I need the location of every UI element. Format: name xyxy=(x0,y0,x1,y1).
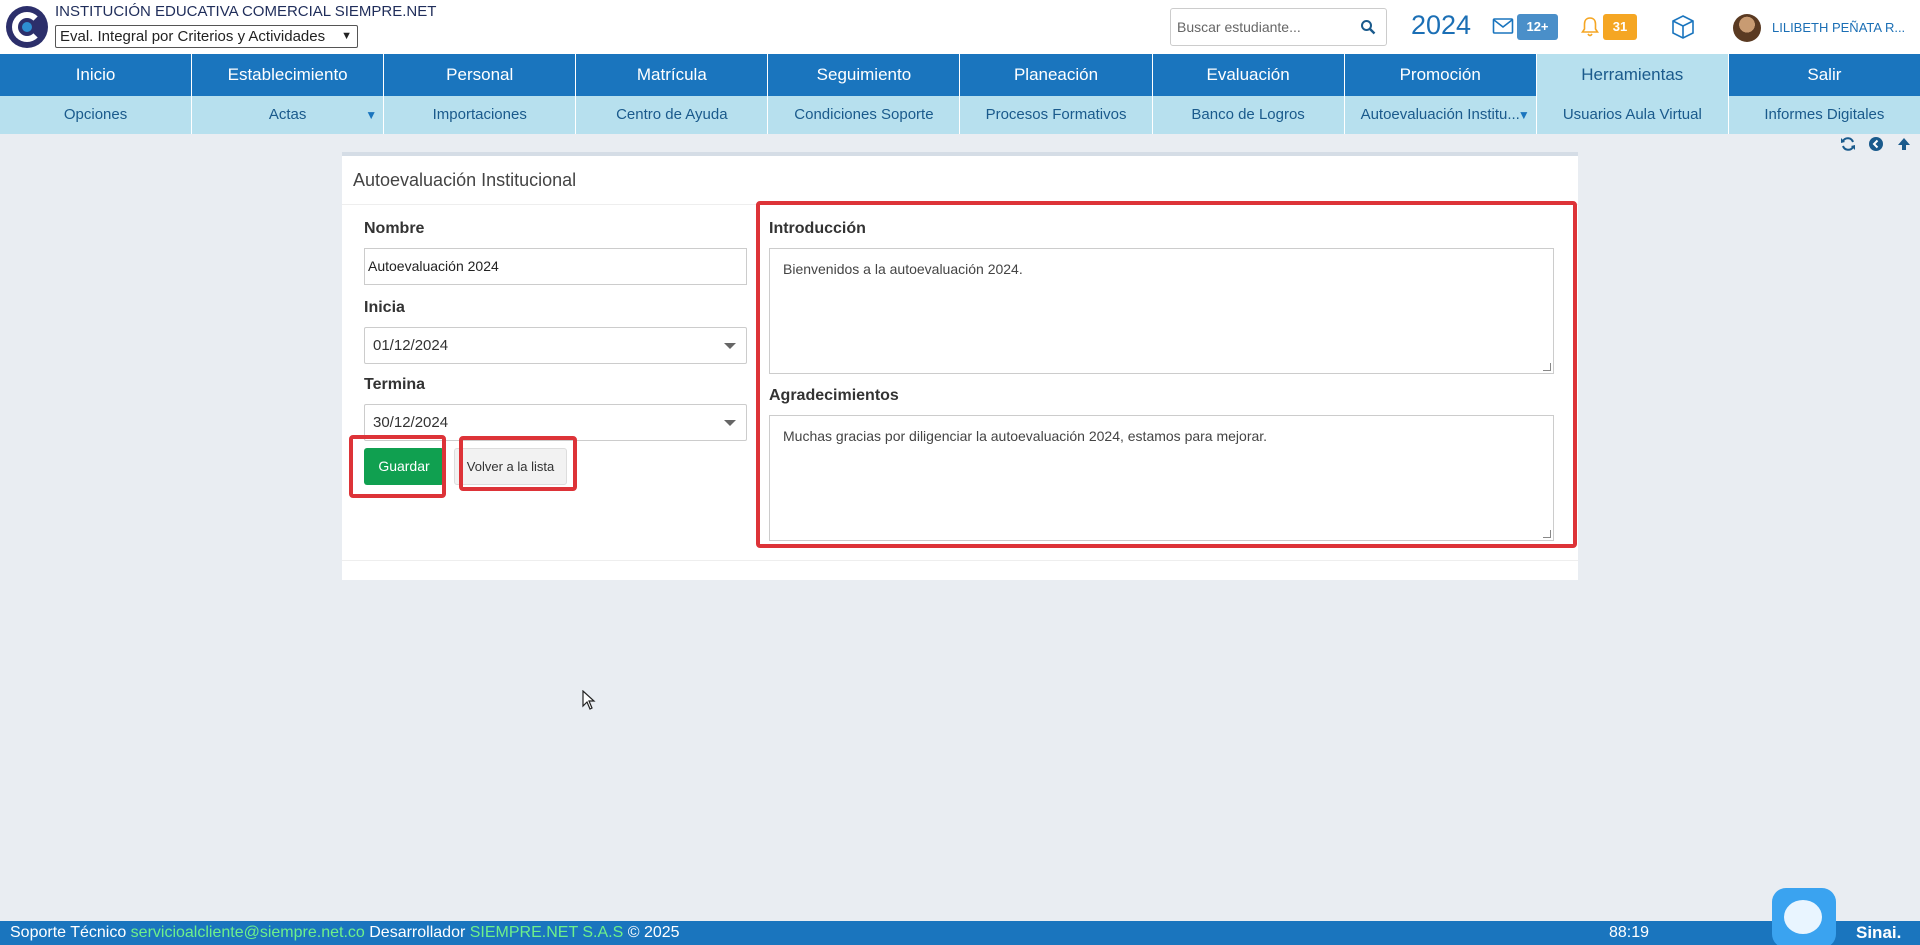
back-circle-icon[interactable] xyxy=(1868,136,1884,152)
nav-item-matricula[interactable]: Matrícula xyxy=(576,54,769,96)
save-button[interactable]: Guardar xyxy=(364,448,444,485)
nombre-input[interactable]: Autoevaluación 2024 xyxy=(364,248,747,285)
support-email-link[interactable]: servicioalcliente@siempre.net.co xyxy=(131,924,365,941)
institution-name: INSTITUCIÓN EDUCATIVA COMERCIAL SIEMPRE.… xyxy=(55,3,437,20)
nav-item-inicio[interactable]: Inicio xyxy=(0,54,193,96)
developer-label: Desarrollador xyxy=(369,924,466,941)
introduccion-label: Introducción xyxy=(769,220,866,237)
subnav-item-importaciones[interactable]: Importaciones xyxy=(384,96,577,134)
inicia-date-select[interactable]: 01/12/2024 xyxy=(364,327,747,364)
subnav-item-usuarios-aula[interactable]: Usuarios Aula Virtual xyxy=(1537,96,1729,134)
inicia-label: Inicia xyxy=(364,299,405,316)
nav-item-promocion[interactable]: Promoción xyxy=(1345,54,1537,96)
copyright: © 2025 xyxy=(627,924,680,941)
main-navigation: Inicio Establecimiento Personal Matrícul… xyxy=(0,54,1920,96)
subnav-item-actas[interactable]: Actas ▼ xyxy=(192,96,385,134)
subnav-item-banco-logros[interactable]: Banco de Logros xyxy=(1153,96,1345,134)
introduccion-text: Bienvenidos a la autoevaluación 2024. xyxy=(783,261,1023,277)
subnav-item-procesos-formativos[interactable]: Procesos Formativos xyxy=(960,96,1153,134)
nav-item-personal[interactable]: Personal xyxy=(384,54,577,96)
termina-label: Termina xyxy=(364,376,426,393)
search-icon[interactable] xyxy=(1360,19,1376,35)
caret-down-icon: ▼ xyxy=(1517,108,1530,122)
back-to-list-button[interactable]: Volver a la lista xyxy=(454,448,567,485)
sub-navigation: Opciones Actas ▼ Importaciones Centro de … xyxy=(0,96,1920,134)
mail-icon[interactable] xyxy=(1492,17,1514,35)
caret-down-icon xyxy=(724,343,736,349)
caret-down-icon: ▼ xyxy=(365,108,378,122)
subnav-item-condiciones-soporte[interactable]: Condiciones Soporte xyxy=(768,96,961,134)
caret-down-icon xyxy=(724,420,736,426)
user-menu[interactable]: LILIBETH PEÑATA R... xyxy=(1772,20,1905,35)
inicia-date-value: 01/12/2024 xyxy=(373,337,449,354)
student-search xyxy=(1170,8,1387,46)
evaluation-type-value: Eval. Integral por Criterios y Actividad… xyxy=(60,28,326,45)
top-header: INSTITUCIÓN EDUCATIVA COMERCIAL SIEMPRE.… xyxy=(0,0,1920,54)
nav-item-herramientas[interactable]: Herramientas xyxy=(1536,54,1729,96)
sinai-logo: Sinai. xyxy=(1856,923,1902,942)
resize-handle[interactable] xyxy=(1543,530,1551,538)
introduccion-textarea[interactable]: Bienvenidos a la autoevaluación 2024. xyxy=(769,248,1554,374)
autoevaluation-panel: Autoevaluación Institucional Nombre Auto… xyxy=(342,152,1578,580)
subnav-item-autoevaluacion[interactable]: Autoevaluación Institu... ▼ xyxy=(1345,96,1537,134)
arrow-up-icon[interactable] xyxy=(1896,136,1912,152)
evaluation-type-select[interactable]: Eval. Integral por Criterios y Actividad… xyxy=(55,25,358,48)
divider xyxy=(342,204,1578,205)
footer: Soporte Técnico servicioalcliente@siempr… xyxy=(0,921,1920,945)
session-timer: 88:19 xyxy=(1609,924,1650,941)
subnav-item-informes-digitales[interactable]: Informes Digitales xyxy=(1729,96,1920,134)
support-label: Soporte Técnico xyxy=(10,924,127,941)
nav-item-salir[interactable]: Salir xyxy=(1729,54,1920,96)
search-input[interactable] xyxy=(1173,11,1353,43)
nav-item-seguimiento[interactable]: Seguimiento xyxy=(768,54,961,96)
divider xyxy=(342,560,1578,561)
resize-handle[interactable] xyxy=(1543,363,1551,371)
avatar[interactable] xyxy=(1733,14,1761,42)
termina-date-value: 30/12/2024 xyxy=(373,414,449,431)
agradecimientos-text: Muchas gracias por diligenciar la autoev… xyxy=(783,428,1268,444)
subnav-item-centro-ayuda[interactable]: Centro de Ayuda xyxy=(576,96,769,134)
chevron-down-icon: ▼ xyxy=(341,30,352,42)
nav-item-evaluacion[interactable]: Evaluación xyxy=(1153,54,1345,96)
messages-badge[interactable]: 12+ xyxy=(1517,14,1558,40)
institution-logo xyxy=(6,6,48,48)
developer-link[interactable]: SIEMPRE.NET S.A.S xyxy=(470,924,624,941)
refresh-icon[interactable] xyxy=(1840,136,1856,152)
termina-date-select[interactable]: 30/12/2024 xyxy=(364,404,747,441)
page-title: Autoevaluación Institucional xyxy=(353,170,577,190)
nav-item-planeacion[interactable]: Planeación xyxy=(960,54,1153,96)
subnav-item-opciones[interactable]: Opciones xyxy=(0,96,193,134)
mouse-cursor-icon xyxy=(582,690,596,710)
year-selector[interactable]: 2024 xyxy=(1411,10,1471,41)
cube-icon[interactable] xyxy=(1670,14,1696,40)
bell-icon[interactable] xyxy=(1580,16,1600,38)
page-tools xyxy=(1840,136,1912,152)
chat-bubble-icon[interactable] xyxy=(1772,888,1836,945)
agradecimientos-textarea[interactable]: Muchas gracias por diligenciar la autoev… xyxy=(769,415,1554,541)
nav-item-establecimiento[interactable]: Establecimiento xyxy=(192,54,385,96)
notifications-badge[interactable]: 31 xyxy=(1603,14,1637,40)
agradecimientos-label: Agradecimientos xyxy=(769,387,899,404)
nombre-label: Nombre xyxy=(364,220,425,237)
